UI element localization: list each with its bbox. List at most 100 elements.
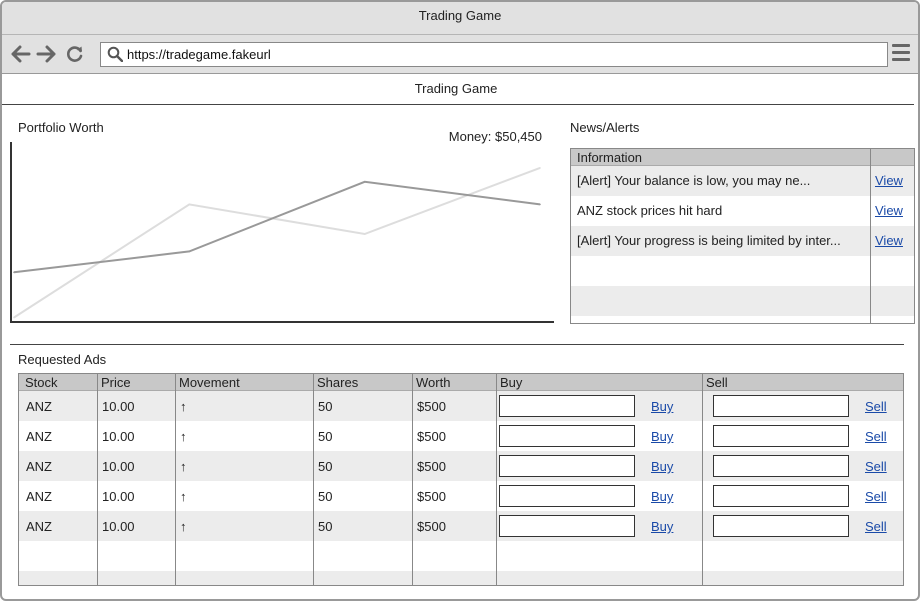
chart-point xyxy=(539,167,541,169)
sell-link[interactable]: Sell xyxy=(865,519,887,534)
buy-link[interactable]: Buy xyxy=(651,429,673,444)
chart-series-line-1 xyxy=(13,180,541,274)
forward-arrow-icon[interactable] xyxy=(35,43,57,65)
shares-cell: 50 xyxy=(318,429,333,444)
buy-link[interactable]: Buy xyxy=(651,399,673,414)
chart-point xyxy=(188,250,191,253)
sell-quantity-input[interactable] xyxy=(713,515,849,537)
back-arrow-icon[interactable] xyxy=(10,43,32,65)
worth-cell: $500 xyxy=(417,399,446,414)
column-divider xyxy=(496,374,497,585)
worth-cell: $500 xyxy=(417,459,446,474)
movement-up-icon: ↑ xyxy=(180,459,187,474)
price-cell: 10.00 xyxy=(102,459,135,474)
column-header-shares: Shares xyxy=(317,375,359,390)
buy-quantity-input[interactable] xyxy=(499,515,635,537)
news-row: ANZ stock prices hit hard View xyxy=(571,196,914,226)
chart-point xyxy=(539,203,541,206)
reload-icon[interactable] xyxy=(64,43,86,65)
price-cell: 10.00 xyxy=(102,519,135,534)
news-alerts-table: Information [Alert] Your balance is low,… xyxy=(570,148,915,324)
stock-cell: ANZ xyxy=(26,429,52,444)
worth-cell: $500 xyxy=(417,489,446,504)
stock-cell: ANZ xyxy=(26,489,52,504)
chart-series-line-2 xyxy=(13,166,541,319)
chart-point xyxy=(13,316,15,319)
news-text: ANZ stock prices hit hard xyxy=(577,203,723,218)
worth-cell: $500 xyxy=(417,429,446,444)
column-header-worth: Worth xyxy=(416,375,451,390)
sell-link[interactable]: Sell xyxy=(865,429,887,444)
table-row: ANZ 10.00 ↑ 50 $500 Buy Sell xyxy=(19,391,903,421)
table-row: ANZ 10.00 ↑ 50 $500 Buy Sell xyxy=(19,511,903,541)
portfolio-chart-svg xyxy=(10,142,554,323)
news-row-empty xyxy=(571,286,914,316)
section-divider xyxy=(10,344,904,345)
column-divider xyxy=(313,374,314,585)
price-cell: 10.00 xyxy=(102,489,135,504)
news-header-row: Information xyxy=(571,149,914,166)
sell-link[interactable]: Sell xyxy=(865,459,887,474)
address-bar[interactable] xyxy=(100,42,888,67)
search-icon xyxy=(107,46,123,62)
buy-quantity-input[interactable] xyxy=(499,425,635,447)
news-column-divider xyxy=(870,149,871,323)
stock-cell: ANZ xyxy=(26,519,52,534)
sell-quantity-input[interactable] xyxy=(713,395,849,417)
news-row-empty xyxy=(571,256,914,286)
column-header-sell: Sell xyxy=(706,375,728,390)
buy-link[interactable]: Buy xyxy=(651,459,673,474)
shares-cell: 50 xyxy=(318,399,333,414)
table-row-empty xyxy=(19,541,903,571)
shares-cell: 50 xyxy=(318,489,333,504)
url-input[interactable] xyxy=(127,45,867,64)
buy-link[interactable]: Buy xyxy=(651,519,673,534)
movement-up-icon: ↑ xyxy=(180,489,187,504)
sell-quantity-input[interactable] xyxy=(713,425,849,447)
column-divider xyxy=(175,374,176,585)
movement-up-icon: ↑ xyxy=(180,399,187,414)
buy-quantity-input[interactable] xyxy=(499,485,635,507)
page-title: Trading Game xyxy=(414,81,498,96)
window-title: Trading Game xyxy=(2,2,918,35)
table-row: ANZ 10.00 ↑ 50 $500 Buy Sell xyxy=(19,481,903,511)
column-header-stock: Stock xyxy=(25,375,58,390)
movement-up-icon: ↑ xyxy=(180,429,187,444)
column-header-price: Price xyxy=(101,375,131,390)
column-divider xyxy=(412,374,413,585)
chart-point xyxy=(188,203,191,206)
column-divider xyxy=(702,374,703,585)
news-view-link[interactable]: View xyxy=(875,233,903,248)
hamburger-menu-icon[interactable] xyxy=(892,44,912,64)
news-view-link[interactable]: View xyxy=(875,173,903,188)
requested-ads-label: Requested Ads xyxy=(18,352,107,367)
browser-toolbar xyxy=(2,35,918,74)
sell-quantity-input[interactable] xyxy=(713,455,849,477)
table-row-empty xyxy=(19,571,903,585)
chart-point xyxy=(13,271,15,274)
buy-quantity-input[interactable] xyxy=(499,455,635,477)
price-cell: 10.00 xyxy=(102,399,135,414)
header-divider xyxy=(2,104,914,105)
portfolio-label: Portfolio Worth xyxy=(18,120,104,135)
column-header-movement: Movement xyxy=(179,375,240,390)
sell-link[interactable]: Sell xyxy=(865,489,887,504)
news-alerts-label: News/Alerts xyxy=(570,120,640,135)
stock-cell: ANZ xyxy=(26,459,52,474)
news-view-link[interactable]: View xyxy=(875,203,903,218)
news-header-information: Information xyxy=(577,150,643,165)
chart-point xyxy=(363,181,366,183)
chart-point xyxy=(363,233,366,235)
news-text: [Alert] Your progress is being limited b… xyxy=(577,233,841,248)
requested-ads-table: Stock Price Movement Shares Worth Buy Se… xyxy=(18,373,904,586)
sell-quantity-input[interactable] xyxy=(713,485,849,507)
sell-link[interactable]: Sell xyxy=(865,399,887,414)
buy-quantity-input[interactable] xyxy=(499,395,635,417)
stock-cell: ANZ xyxy=(26,399,52,414)
news-text: [Alert] Your balance is low, you may ne.… xyxy=(577,173,811,188)
browser-window: Trading Game Trading Game Portfolio Wort… xyxy=(0,0,920,601)
column-header-buy: Buy xyxy=(500,375,523,390)
news-row: [Alert] Your balance is low, you may ne.… xyxy=(571,166,914,196)
movement-up-icon: ↑ xyxy=(180,519,187,534)
buy-link[interactable]: Buy xyxy=(651,489,673,504)
